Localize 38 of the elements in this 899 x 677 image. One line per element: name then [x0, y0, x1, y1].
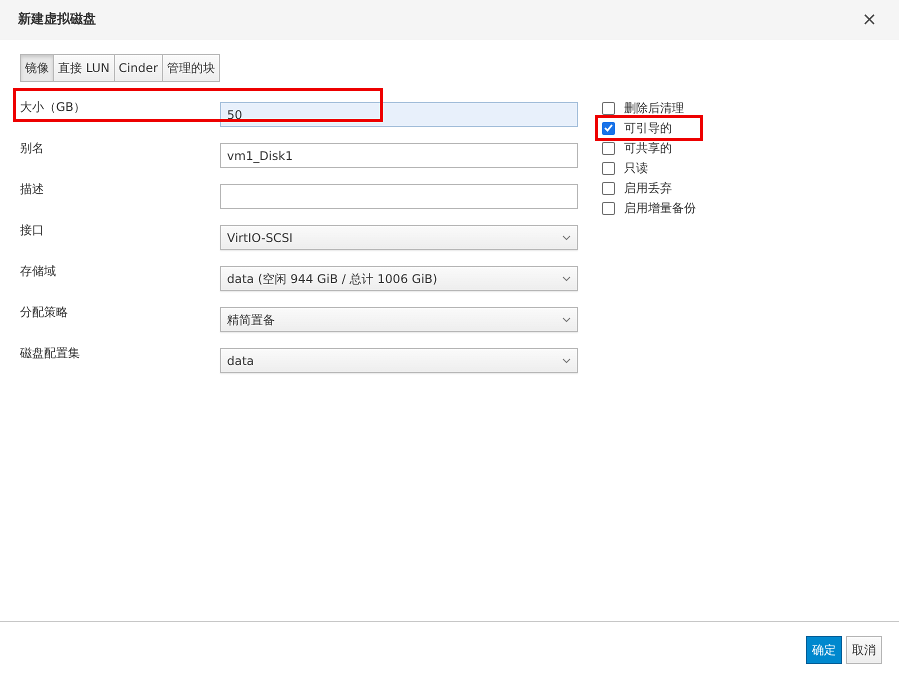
field-label: 分配策略	[20, 304, 69, 321]
checkbox-label: 启用增量备份	[624, 200, 696, 217]
input-field[interactable]: 50	[220, 102, 578, 127]
chevron-down-icon	[562, 316, 571, 322]
chevron-down-icon	[562, 276, 571, 282]
checkbox[interactable]	[602, 122, 615, 134]
ok-button[interactable]: 确定	[806, 636, 842, 664]
cancel-button[interactable]: 取消	[846, 636, 882, 664]
tab[interactable]: 管理的块	[162, 54, 220, 82]
tab[interactable]: Cinder	[114, 54, 163, 82]
dropdown[interactable]: VirtIO-SCSI	[220, 225, 578, 250]
dropdown[interactable]: data	[220, 348, 578, 373]
tab[interactable]: 镜像	[20, 54, 54, 82]
checkbox[interactable]	[602, 142, 615, 154]
input-field[interactable]: vm1_Disk1	[220, 143, 578, 168]
checkbox[interactable]	[602, 182, 615, 194]
field-label: 描述	[20, 181, 45, 198]
checkbox[interactable]	[602, 102, 615, 114]
tab[interactable]: 直接 LUN	[53, 54, 115, 82]
field-label: 接口	[20, 222, 45, 239]
field-label: 磁盘配置集	[20, 345, 81, 362]
checkbox-label: 启用丢弃	[624, 180, 672, 197]
checkbox-label: 可引导的	[624, 120, 672, 137]
dropdown[interactable]: data (空闲 944 GiB / 总计 1006 GiB)	[220, 266, 578, 291]
field-label: 大小（GB）	[20, 99, 87, 116]
checkbox[interactable]	[602, 162, 615, 174]
checkbox[interactable]	[602, 202, 615, 214]
checkbox-label: 可共享的	[624, 140, 672, 157]
checkbox-label: 删除后清理	[624, 100, 684, 117]
close-button[interactable]: ×	[858, 11, 881, 29]
chevron-down-icon	[562, 358, 571, 364]
checkbox-label: 只读	[624, 160, 648, 177]
dialog-title: 新建虚拟磁盘	[18, 10, 96, 30]
dropdown[interactable]: 精简置备	[220, 307, 578, 332]
input-field[interactable]	[220, 184, 578, 209]
field-label: 别名	[20, 140, 45, 157]
field-label: 存储域	[20, 263, 57, 280]
chevron-down-icon	[562, 234, 571, 240]
